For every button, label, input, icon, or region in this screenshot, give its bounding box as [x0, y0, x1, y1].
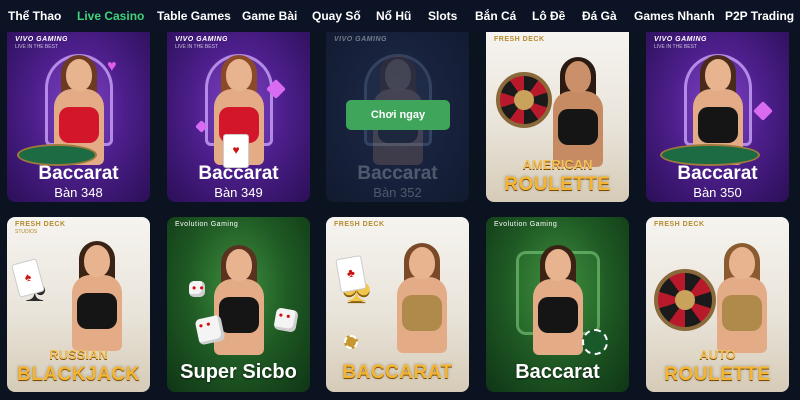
nav-item-games-nhanh[interactable]: Games Nhanh: [634, 9, 715, 23]
diamond-icon: [753, 101, 773, 121]
nav-item-da-ga[interactable]: Đá Gà: [582, 9, 617, 23]
game-card-baccarat-349[interactable]: VIVO GAMING LIVE IN THE BEST ♥ Baccarat …: [167, 32, 310, 202]
roulette-wheel-icon: [654, 269, 716, 331]
game-title: Baccarat: [357, 163, 438, 184]
game-card-american-roulette[interactable]: FRESH DECK AMERICAN ROULETTE: [486, 32, 629, 202]
game-title: BACCARAT: [342, 362, 453, 383]
dice-icon: [194, 314, 226, 346]
nav-item-table-games[interactable]: Table Games: [157, 9, 231, 23]
fresh-deck-logo: FRESH DECK: [654, 221, 705, 228]
heart-icon: ♥: [107, 58, 117, 75]
game-title-line2: BLACKJACK: [17, 364, 140, 385]
dealer-image: [68, 241, 126, 351]
fresh-deck-studios-label: STUDIOS: [15, 229, 38, 235]
game-title: Baccarat: [515, 361, 600, 383]
table-number: Bàn 348: [54, 185, 103, 200]
nav-item-no-hu[interactable]: Nổ Hũ: [376, 9, 411, 23]
dealer-image: [713, 243, 771, 353]
vivo-gaming-logo: VIVO GAMING: [175, 36, 228, 43]
vivo-gaming-logo: VIVO GAMING: [15, 36, 68, 43]
game-card-baccarat-352[interactable]: VIVO GAMING Baccarat Bàn 352 Chơi ngay: [326, 32, 469, 202]
dealer-image: [549, 57, 607, 167]
play-now-button[interactable]: Chơi ngay: [346, 100, 450, 130]
game-title: Super Sicbo: [180, 361, 297, 383]
game-card-baccarat-fresh-deck[interactable]: FRESH DECK ♣ ♣ BACCARAT: [326, 217, 469, 392]
dealer-image: [529, 245, 587, 355]
vivo-gaming-logo: VIVO GAMING: [654, 36, 707, 43]
dice-icon: [189, 281, 205, 297]
dice-icon: [273, 307, 299, 333]
nav-item-the-thao[interactable]: Thể Thao: [8, 9, 61, 23]
game-card-russian-blackjack[interactable]: FRESH DECK STUDIOS ♠ ♠ RUSSIAN BLACKJACK: [7, 217, 150, 392]
vivo-gaming-logo: VIVO GAMING: [334, 36, 387, 43]
fresh-deck-logo: FRESH DECK: [15, 221, 66, 228]
fresh-deck-logo: FRESH DECK: [494, 36, 545, 43]
game-card-super-sicbo[interactable]: Evolution Gaming Super Sicbo: [167, 217, 310, 392]
game-title-line1: AUTO: [699, 347, 736, 362]
game-card-baccarat-350[interactable]: VIVO GAMING LIVE IN THE BEST Baccarat Bà…: [646, 32, 789, 202]
dealer-image: [393, 243, 451, 353]
game-card-baccarat-348[interactable]: VIVO GAMING LIVE IN THE BEST ♥ Baccarat …: [7, 32, 150, 202]
nav-item-ban-ca[interactable]: Bắn Cá: [475, 9, 516, 23]
table-number: Bàn 349: [214, 185, 263, 200]
game-title: Baccarat: [677, 163, 758, 184]
roulette-wheel-icon: [496, 72, 552, 128]
chip-icon: [582, 329, 608, 355]
fresh-deck-logo: FRESH DECK: [334, 221, 385, 228]
vivo-gaming-tagline: LIVE IN THE BEST: [15, 44, 58, 50]
nav-item-p2p-trading[interactable]: P2P Trading: [725, 9, 794, 23]
nav-item-quay-so[interactable]: Quay Số: [312, 9, 361, 23]
chip-icon: [344, 335, 358, 349]
game-title-line1: AMERICAN: [522, 157, 593, 172]
game-title-line2: ROULETTE: [504, 174, 611, 195]
game-card-auto-roulette[interactable]: FRESH DECK AUTO ROULETTE: [646, 217, 789, 392]
nav-item-game-bai[interactable]: Game Bài: [242, 9, 297, 23]
table-number: Bàn 350: [693, 185, 742, 200]
vivo-gaming-tagline: LIVE IN THE BEST: [654, 44, 697, 50]
vivo-gaming-tagline: LIVE IN THE BEST: [175, 44, 218, 50]
evolution-gaming-logo: Evolution Gaming: [175, 221, 239, 228]
game-title-line1: RUSSIAN: [49, 347, 108, 362]
top-nav: Thể Thao Live Casino Table Games Game Bà…: [0, 0, 800, 32]
evolution-gaming-logo: Evolution Gaming: [494, 221, 558, 228]
nav-item-slots[interactable]: Slots: [428, 9, 457, 23]
game-title: Baccarat: [38, 163, 119, 184]
nav-item-live-casino[interactable]: Live Casino: [77, 9, 144, 23]
game-title: Baccarat: [198, 163, 279, 184]
game-grid: VIVO GAMING LIVE IN THE BEST ♥ Baccarat …: [0, 32, 800, 400]
table-number: Bàn 352: [373, 185, 422, 200]
game-card-baccarat-evolution[interactable]: Evolution Gaming Baccarat: [486, 217, 629, 392]
game-title-line2: ROULETTE: [664, 364, 771, 385]
nav-item-lo-de[interactable]: Lô Đề: [532, 9, 565, 23]
playing-cards-icon: ♣: [335, 255, 367, 293]
